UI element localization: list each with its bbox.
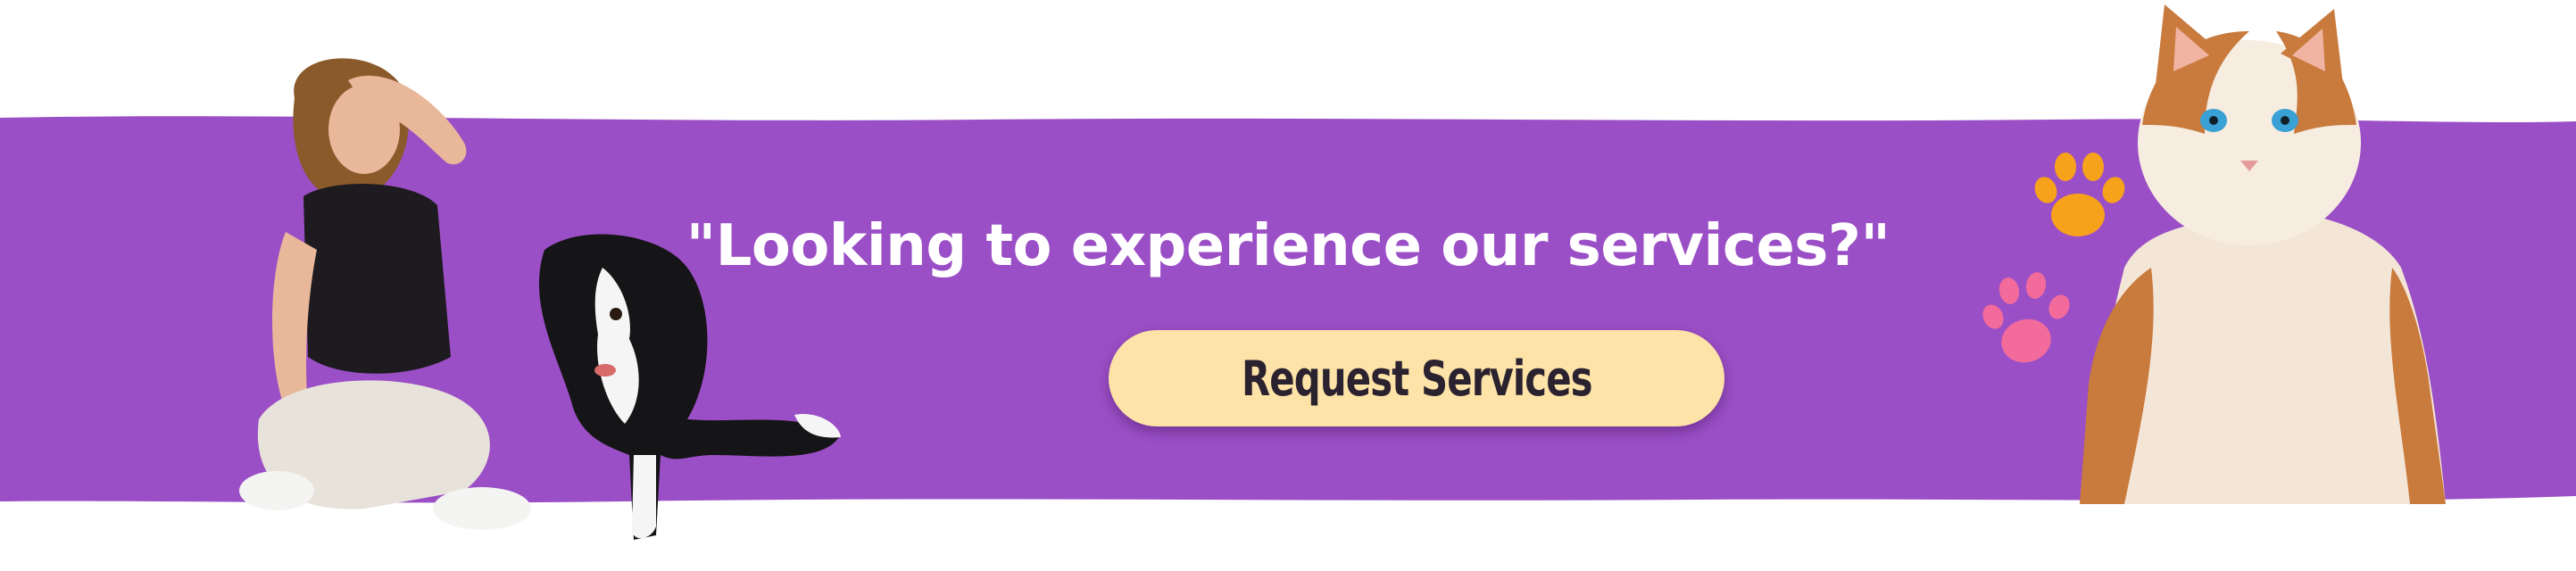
banner-headline: "Looking to experience our services?" bbox=[686, 213, 1890, 279]
paw-print-icon bbox=[1982, 272, 2070, 363]
request-services-label: Request Services bbox=[1241, 350, 1593, 407]
request-services-button[interactable]: Request Services bbox=[1109, 330, 1724, 426]
request-services-banner: "Looking to experience our services?" Re… bbox=[0, 0, 2576, 571]
